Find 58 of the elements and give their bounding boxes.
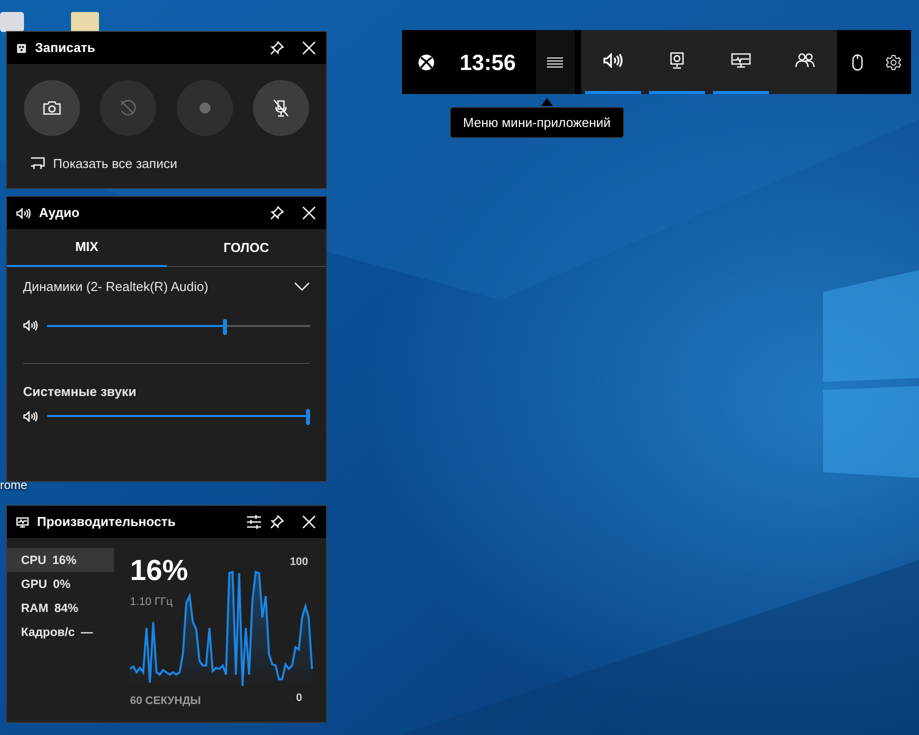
folder-icon[interactable] [71,12,99,32]
tooltip: Меню мини-приложений [450,107,624,138]
settings-icon [884,54,902,70]
slider-thumb[interactable] [223,318,228,334]
volume-slider[interactable] [47,409,310,423]
panel-title: Записать [35,39,96,58]
metric-value: 16% [52,552,76,569]
show-all-link[interactable]: Показать все записи [53,154,178,174]
close-icon[interactable] [302,41,316,55]
pin-icon[interactable] [270,206,284,220]
metric-label: GPU [21,576,48,593]
metric-item[interactable]: CPU 16% [7,548,114,572]
record-icon [198,102,211,114]
close-icon[interactable] [302,515,316,529]
channel-name: Системные звуки [23,382,136,401]
metric-label: RAM [21,600,48,617]
metric-label: Кадров/с [21,624,75,641]
metric-item[interactable]: RAM 84% [7,596,114,620]
channel-name: Динамики (2- Realtek(R) Audio) [23,278,208,296]
volume-slider[interactable] [47,318,310,332]
webcam-icon [670,52,684,69]
metric-label: CPU [21,552,46,569]
close-icon[interactable] [302,206,316,220]
menu-icon [547,56,564,68]
speaker-icon [603,53,623,68]
slider-thumb[interactable] [306,409,310,425]
metric-value: — [80,624,93,641]
axis-title: 60 СЕКУНДЫ [130,694,201,709]
speaker-icon [16,208,31,218]
monitor-icon [731,53,751,68]
sliders-icon[interactable] [246,515,262,529]
metric-item[interactable]: GPU 0% [7,572,114,596]
pin-icon[interactable] [270,41,284,55]
replay-icon [119,99,138,117]
desktop-icon[interactable] [0,12,24,32]
audio-tab[interactable]: ГОЛОС [166,229,326,267]
pin-icon[interactable] [270,515,284,529]
people-icon [795,53,815,68]
volume-icon [23,410,38,422]
metric-value: 0% [53,576,70,593]
chevron-down-icon[interactable] [294,282,310,292]
panel-title: Производительность [37,513,177,532]
panel-title: Аудио [39,204,80,222]
clock-text: 13:56 [460,48,516,76]
metric-value: 84% [54,600,78,617]
cpu-percentage: 16% [130,554,188,588]
mouse-icon [852,54,862,70]
cpu-frequency: 1.10 ГГц [130,595,173,610]
xbox-logo-icon[interactable] [418,54,435,70]
monitor-icon [16,516,29,528]
microphone-off-icon [272,99,289,117]
widget-menu-button[interactable] [536,30,575,94]
volume-icon [23,320,38,331]
axis-min-label: 0 [296,690,302,706]
desktop-icon-label: rome [0,478,28,492]
metric-item[interactable]: Кадров/с — [7,620,114,644]
axis-max-label: 100 [290,555,308,570]
audio-tab[interactable]: MIX [7,229,166,267]
